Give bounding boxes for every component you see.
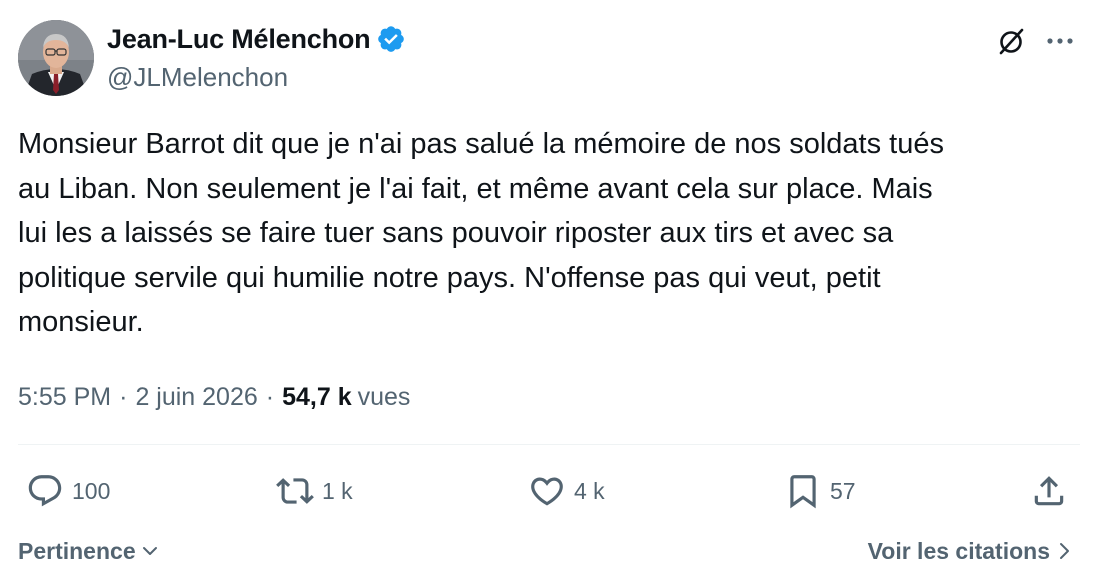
author-handle[interactable]: @JLMelenchon — [107, 62, 288, 93]
reply-count: 100 — [72, 477, 111, 504]
author-display-name[interactable]: Jean-Luc Mélenchon — [107, 24, 371, 55]
reply-icon — [28, 475, 62, 507]
verified-badge-icon[interactable] — [376, 24, 406, 54]
like-button[interactable]: 4 k — [528, 470, 605, 512]
divider — [18, 444, 1080, 445]
avatar[interactable] — [18, 20, 94, 96]
views-count: 54,7 k — [282, 382, 352, 411]
retweet-count: 1 k — [322, 477, 353, 504]
heart-icon — [531, 477, 563, 506]
quotes-label: Voir les citations — [867, 537, 1050, 564]
tweet-text: Monsieur Barrot dit que je n'ai pas salu… — [18, 128, 944, 338]
retweet-icon — [276, 478, 314, 504]
share-button[interactable] — [1030, 470, 1068, 512]
grok-icon[interactable] — [992, 22, 1030, 60]
sort-label: Pertinence — [18, 537, 136, 564]
avatar-image — [18, 20, 94, 96]
view-quotes-link[interactable]: Voir les citations — [868, 533, 1074, 569]
bookmark-count: 57 — [830, 477, 856, 504]
tweet-time[interactable]: 5:55 PM — [18, 383, 111, 412]
meta-separator-2: · — [265, 382, 275, 411]
sort-dropdown[interactable]: Pertinence — [18, 533, 160, 569]
bookmark-button[interactable]: 57 — [784, 470, 856, 512]
retweet-button[interactable]: 1 k — [276, 470, 353, 512]
bookmark-icon — [790, 475, 816, 509]
tweet-date[interactable]: 2 juin 2026 — [135, 383, 257, 412]
more-icon[interactable] — [1040, 22, 1080, 60]
like-count: 4 k — [574, 477, 605, 504]
meta-separator: · — [119, 382, 128, 411]
share-icon — [1034, 476, 1064, 506]
tweet-meta: 5:55 PM · 2 juin 2026 · 54,7 k vues — [18, 378, 410, 416]
reply-button[interactable]: 100 — [26, 470, 110, 512]
chevron-right-icon — [1060, 543, 1069, 559]
chevron-down-icon — [142, 547, 157, 555]
author-name-row: Jean-Luc Mélenchon — [107, 22, 406, 56]
tweet: Jean-Luc Mélenchon @JLMelenchon Monsieur… — [0, 0, 1100, 579]
views-label: vues — [357, 382, 411, 411]
